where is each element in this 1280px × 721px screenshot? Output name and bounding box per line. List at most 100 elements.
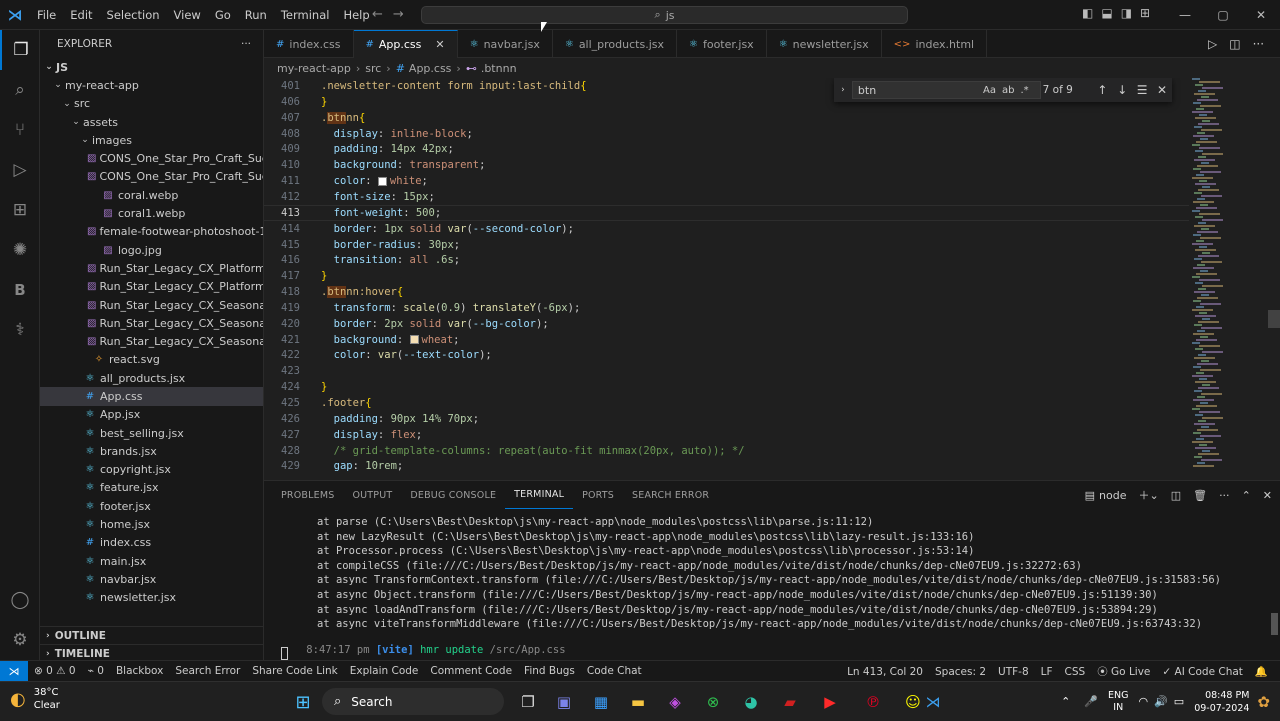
ai-code-chat-button[interactable]: ✓ AI Code Chat <box>1156 666 1249 678</box>
breadcrumb-item[interactable]: App.css <box>409 62 452 75</box>
source-control-icon[interactable]: ⑂ <box>0 110 40 150</box>
language-mode[interactable]: CSS <box>1059 666 1092 678</box>
tree-item[interactable]: ▨ coral1.webp <box>40 204 263 222</box>
tree-item[interactable]: # App.css <box>40 387 263 406</box>
tab-newsletter-jsx[interactable]: ⚛ newsletter.jsx <box>767 30 882 58</box>
settings-gear-icon[interactable]: ⚙ <box>0 620 40 660</box>
edge-icon[interactable]: ◕ <box>738 689 764 715</box>
xbox-icon[interactable]: ⊗ <box>700 689 726 715</box>
tree-item[interactable]: ▨ coral.webp <box>40 186 263 204</box>
kill-terminal-icon[interactable]: 🗑 <box>1193 489 1207 502</box>
tab-navbar-jsx[interactable]: ⚛ navbar.jsx <box>458 30 553 58</box>
menu-item-file[interactable]: File <box>30 8 63 22</box>
menu-item-terminal[interactable]: Terminal <box>274 8 337 22</box>
command-center[interactable]: ⌕ js <box>421 6 908 24</box>
menu-item-go[interactable]: Go <box>208 8 238 22</box>
code-editor[interactable]: 401 .newsletter-content form input:last-c… <box>264 78 1280 480</box>
tree-item[interactable]: ▨CONS_One_Star_Pro_Craft_Suede... <box>40 168 263 186</box>
status-item-search-error[interactable]: Search Error <box>169 665 246 677</box>
tree-item[interactable]: ⚛ footer.jsx <box>40 497 263 515</box>
status-item-blackbox[interactable]: Blackbox <box>110 665 169 677</box>
split-editor-icon[interactable]: ◫ <box>1229 37 1240 51</box>
close-icon[interactable]: ✕ <box>1242 0 1280 30</box>
toggle-replace-icon[interactable]: › <box>834 85 852 95</box>
breadcrumb-item[interactable]: my-react-app <box>277 62 351 75</box>
language-indicator[interactable]: ENG IN <box>1108 690 1128 714</box>
tree-item[interactable]: ⚛ all_products.jsx <box>40 369 263 387</box>
outline-section[interactable]: › OUTLINE <box>40 626 263 644</box>
terminal-name[interactable]: node <box>1099 489 1126 502</box>
show-hidden-icons-icon[interactable]: ⌃ <box>1061 695 1070 708</box>
breadcrumb-item[interactable]: src <box>365 62 381 75</box>
color-swatch[interactable] <box>409 335 419 345</box>
vscode-taskbar-icon[interactable]: ⋊ <box>920 689 946 715</box>
menu-item-view[interactable]: View <box>167 8 208 22</box>
windows-start-icon[interactable]: ⊞ <box>290 689 316 715</box>
tree-item[interactable]: ⚛ navbar.jsx <box>40 570 263 588</box>
tree-item[interactable]: # index.css <box>40 534 263 552</box>
tree-item[interactable]: ⚛ feature.jsx <box>40 479 263 497</box>
scrollbar-thumb[interactable] <box>1268 310 1280 328</box>
toggle-secondary-sidebar-icon[interactable]: ◨ <box>1121 6 1132 20</box>
regex-icon[interactable]: .* <box>1020 85 1028 96</box>
customize-layout-icon[interactable]: ⊞ <box>1140 6 1150 20</box>
search-icon[interactable]: ⌕ <box>0 70 40 110</box>
tree-item[interactable]: ✧ react.svg <box>40 351 263 369</box>
youtube-icon[interactable]: ▶ <box>817 689 843 715</box>
tree-item[interactable]: ▨Run_Star_Legacy_CX_Platform_DI... <box>40 278 263 296</box>
tree-item[interactable]: ▨female-footwear-photoshoot-1.jpg <box>40 223 263 241</box>
next-match-icon[interactable]: ↓ <box>1112 83 1132 97</box>
pinterest-icon[interactable]: ℗ <box>860 689 886 715</box>
copilot-icon[interactable]: ✿ <box>1257 693 1270 711</box>
tree-item[interactable]: ⚛ brands.jsx <box>40 442 263 460</box>
more-actions-icon[interactable]: ··· <box>241 38 251 50</box>
editor-scrollbar[interactable] <box>1268 78 1280 480</box>
microphone-icon[interactable]: 🎤 <box>1084 695 1098 708</box>
maximize-icon[interactable]: ▢ <box>1204 0 1242 30</box>
tab-footer-jsx[interactable]: ⚛ footer.jsx <box>677 30 767 58</box>
new-terminal-icon[interactable]: ＋⌄ <box>1138 487 1158 503</box>
accounts-icon[interactable]: ◯ <box>0 580 40 620</box>
tree-item[interactable]: ▨Run_Star_Legacy_CX_Platform_DI... <box>40 259 263 277</box>
tree-item[interactable]: ⚛ best_selling.jsx <box>40 424 263 442</box>
indentation[interactable]: Spaces: 2 <box>929 666 992 678</box>
previous-match-icon[interactable]: ↑ <box>1092 83 1112 97</box>
ports-count[interactable]: ⌁ 0 <box>82 665 110 677</box>
blackbox-icon[interactable]: B <box>0 270 40 310</box>
volume-icon[interactable]: 🔊 <box>1154 695 1168 708</box>
panel-tab-problems[interactable]: PROBLEMS <box>272 481 343 509</box>
minimap[interactable] <box>1188 78 1268 480</box>
panel-tab-ports[interactable]: PORTS <box>573 481 623 509</box>
tree-item[interactable]: ▨Run_Star_Legacy_CX_Seasonal_C... <box>40 296 263 314</box>
terminal-scrollbar[interactable] <box>1271 613 1278 635</box>
toggle-primary-sidebar-icon[interactable]: ◧ <box>1082 6 1093 20</box>
toggle-panel-icon[interactable]: ⬓ <box>1101 6 1112 20</box>
tab-app-css[interactable]: # App.css ✕ <box>353 30 458 58</box>
end-of-line[interactable]: LF <box>1035 666 1059 678</box>
breadcrumb-item[interactable]: .btnnn <box>481 62 517 75</box>
file-explorer-icon[interactable]: ▬ <box>625 689 651 715</box>
tab-index-css[interactable]: # index.css <box>264 30 354 58</box>
find-in-selection-icon[interactable]: ☰ <box>1132 83 1152 97</box>
workspace-root[interactable]: ⌄ JS <box>40 58 263 76</box>
close-find-icon[interactable]: ✕ <box>1152 83 1172 97</box>
menu-item-help[interactable]: Help <box>336 8 376 22</box>
tree-item[interactable]: ⚛ main.jsx <box>40 552 263 570</box>
tree-item[interactable]: ⌄ images <box>40 131 263 149</box>
more-actions-icon[interactable]: ··· <box>1219 489 1230 502</box>
go-live-button[interactable]: ⦿ Go Live <box>1091 664 1156 679</box>
split-terminal-icon[interactable]: ◫ <box>1171 489 1181 502</box>
battery-icon[interactable]: ▭ <box>1174 695 1184 708</box>
status-item-find-bugs[interactable]: Find Bugs <box>518 665 581 677</box>
app-icon[interactable]: ◈ <box>662 689 688 715</box>
tab-index-html[interactable]: <> index.html <box>882 30 988 58</box>
tree-item[interactable]: ▨Run_Star_Legacy_CX_Seasonal_C... <box>40 314 263 332</box>
menu-item-run[interactable]: Run <box>238 8 274 22</box>
cursor-position[interactable]: Ln 413, Col 20 <box>841 666 929 678</box>
panel-tab-output[interactable]: OUTPUT <box>343 481 401 509</box>
weather-widget[interactable]: ◐ 38°C Clear <box>10 686 60 712</box>
back-arrow-icon[interactable]: ← <box>372 7 393 22</box>
explorer-icon[interactable]: ❐ <box>0 30 40 70</box>
problems-count[interactable]: ⊗ 0 ⚠ 0 <box>28 665 82 677</box>
run-debug-icon[interactable]: ▷ <box>0 150 40 190</box>
